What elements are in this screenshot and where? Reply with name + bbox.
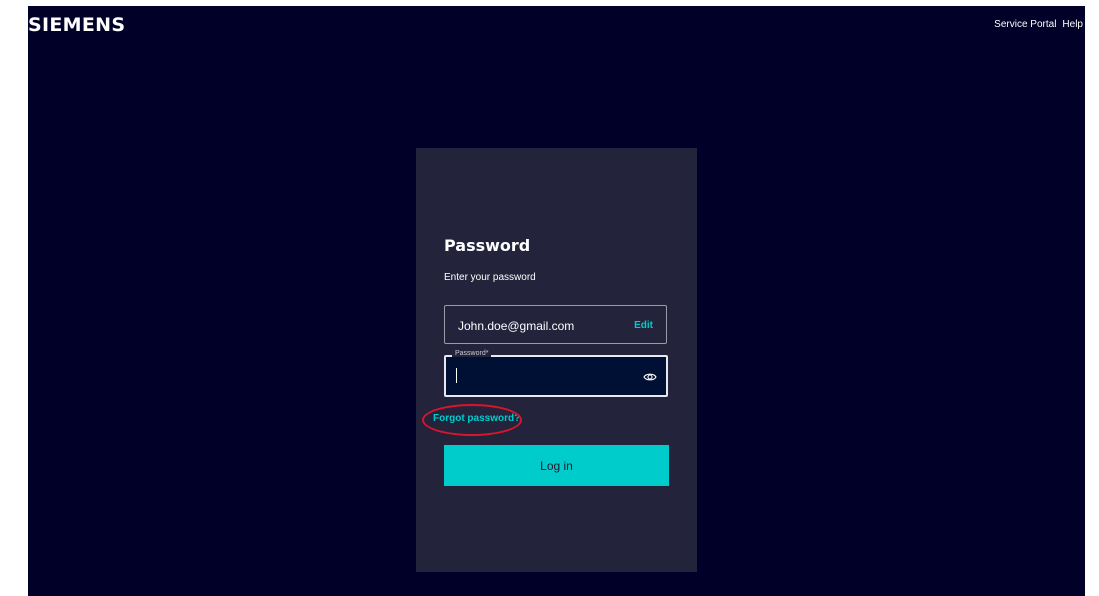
login-screen: SIEMENS Service Portal Help Password Ent… [28, 6, 1085, 596]
edit-email-link[interactable]: Edit [634, 320, 653, 331]
top-nav: Service Portal Help [994, 19, 1083, 30]
eye-icon[interactable] [643, 370, 657, 382]
login-button[interactable]: Log in [444, 445, 669, 486]
service-portal-link[interactable]: Service Portal [994, 19, 1056, 30]
siemens-logo: SIEMENS [28, 14, 126, 36]
password-field-label: Password* [452, 350, 492, 357]
forgot-password-link[interactable]: Forgot password? [433, 413, 520, 424]
page-subtitle: Enter your password [444, 272, 536, 283]
help-link[interactable]: Help [1062, 19, 1083, 30]
login-card: Password Enter your password John.doe@gm… [416, 148, 697, 572]
email-display-field: John.doe@gmail.com Edit [444, 305, 667, 344]
text-caret [456, 368, 457, 383]
page-title: Password [444, 236, 531, 255]
password-field[interactable]: Password* [444, 350, 668, 397]
email-value: John.doe@gmail.com [458, 319, 575, 333]
